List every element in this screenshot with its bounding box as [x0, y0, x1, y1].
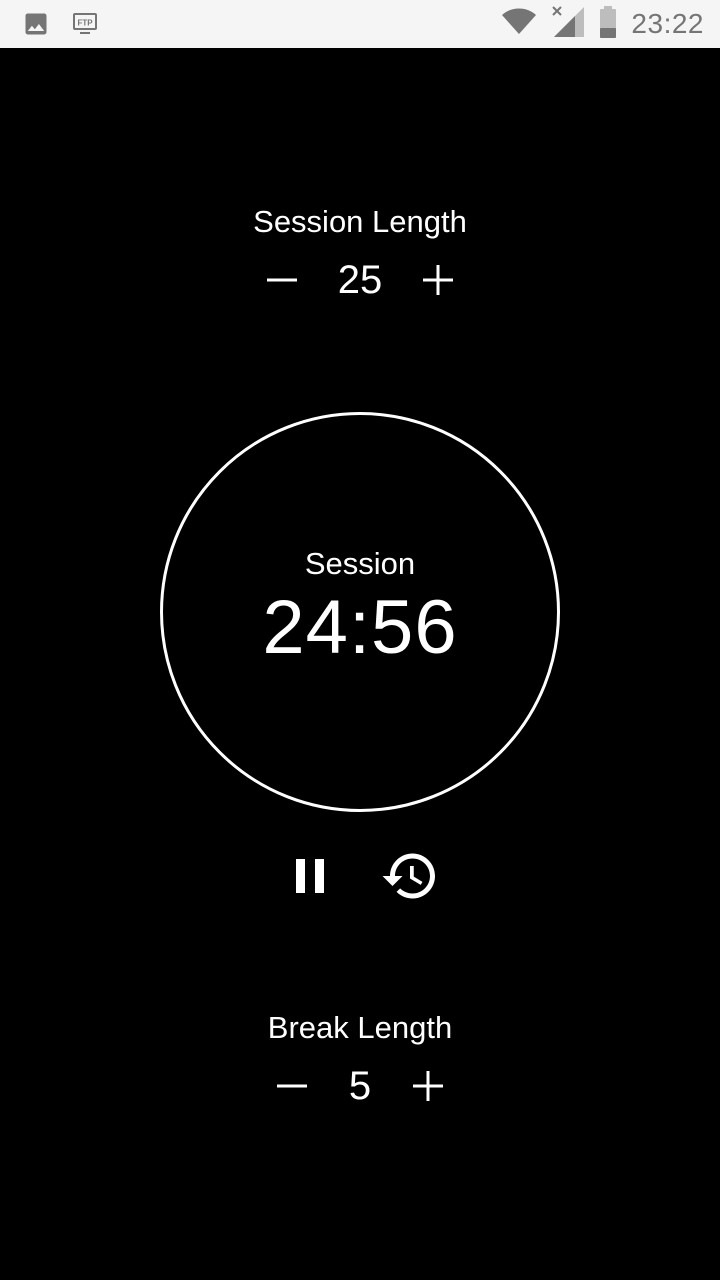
ftp-icon: FTP [72, 11, 98, 42]
timer-time: 24:56 [262, 585, 458, 670]
status-bar-right: 23:22 [501, 5, 704, 44]
break-decrement-button[interactable] [264, 1058, 320, 1114]
pause-icon [296, 859, 324, 893]
battery-icon [599, 5, 617, 43]
timer-controls [0, 844, 720, 908]
status-bar: FTP 23:22 [0, 0, 720, 48]
pomodoro-app: Session Length 25 Session 24:56 Break Le… [0, 48, 720, 1280]
status-bar-left: FTP [22, 10, 98, 43]
plus-icon [413, 1071, 443, 1101]
status-bar-clock: 23:22 [631, 8, 704, 39]
break-length-value: 5 [348, 1063, 372, 1108]
session-increment-button[interactable] [410, 252, 466, 308]
image-icon [22, 10, 50, 43]
wifi-icon [501, 8, 537, 41]
pause-button[interactable] [278, 844, 342, 908]
break-length-title: Break Length [267, 1010, 453, 1045]
timer-label: Session [304, 546, 416, 581]
session-length-title: Session Length [253, 204, 467, 239]
break-increment-button[interactable] [400, 1058, 456, 1114]
cell-signal-icon [551, 5, 585, 44]
session-length-stepper: 25 [0, 250, 720, 310]
break-length-stepper: 5 [0, 1056, 720, 1116]
reset-button[interactable] [378, 844, 442, 908]
plus-icon [423, 265, 453, 295]
session-length-value: 25 [337, 257, 383, 302]
minus-icon [267, 278, 297, 282]
ftp-icon-label: FTP [77, 19, 93, 28]
minus-icon [277, 1084, 307, 1088]
restore-icon [382, 853, 435, 899]
session-decrement-button[interactable] [254, 252, 310, 308]
